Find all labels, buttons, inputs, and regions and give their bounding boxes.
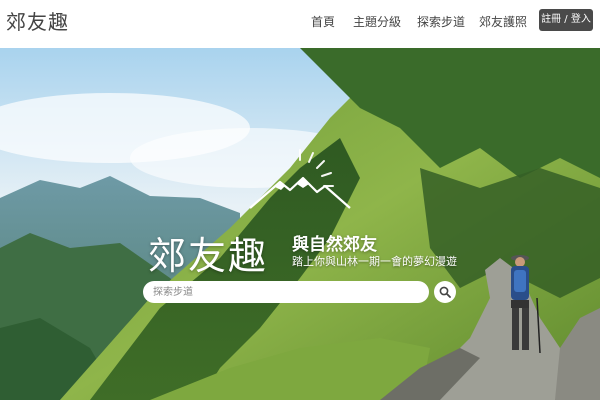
hero-slogan: 與自然郊友 [292, 235, 377, 255]
hero-brand-title: 郊友趣 [148, 234, 269, 278]
nav-item-theme-levels[interactable]: 主題分級 [353, 13, 401, 30]
nav-item-passport[interactable]: 郊友護照 [479, 13, 527, 30]
site-header: 郊友趣 首頁 主題分級 探索步道 郊友護照 註冊 / 登入 [0, 0, 600, 48]
nav-item-home[interactable]: 首頁 [311, 13, 335, 30]
mountain-sun-icon [249, 149, 351, 209]
site-logo[interactable]: 郊友趣 [6, 6, 69, 35]
register-login-button[interactable]: 註冊 / 登入 [539, 9, 593, 31]
hero-subtitle: 踏上你與山林一期一會的夢幻漫遊 [292, 255, 457, 268]
hero-banner: 郊友趣 與自然郊友 踏上你與山林一期一會的夢幻漫遊 [0, 48, 600, 400]
hero-background-image [0, 48, 600, 400]
nav-item-explore-trails[interactable]: 探索步道 [417, 13, 465, 30]
trail-search-input[interactable] [143, 281, 429, 303]
search-button[interactable] [434, 281, 456, 303]
search-icon [439, 286, 451, 298]
